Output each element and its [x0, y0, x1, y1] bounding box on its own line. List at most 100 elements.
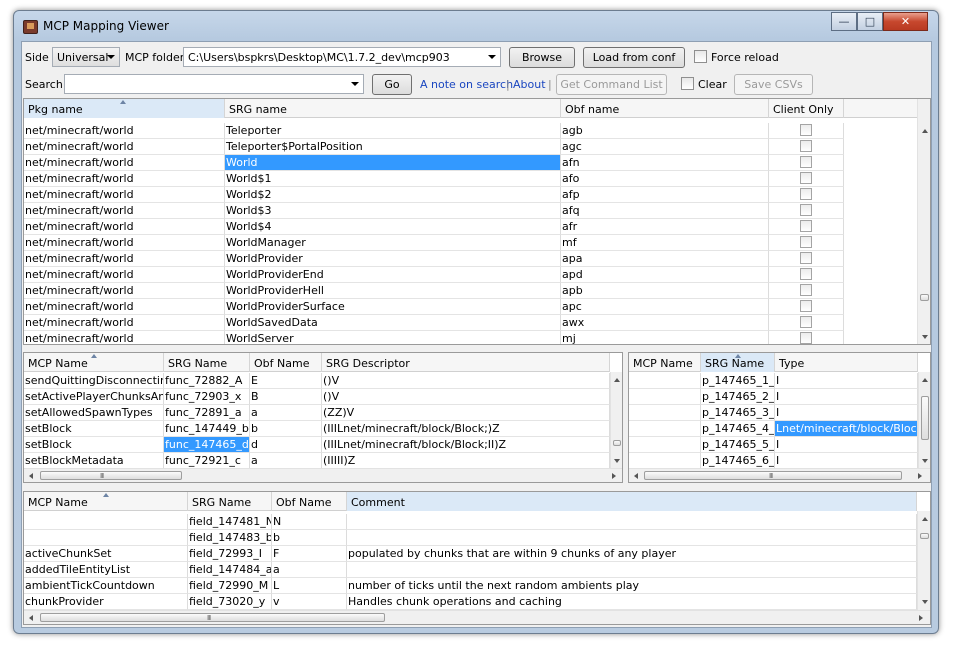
table-cell[interactable]: net/minecraft/world [24, 251, 225, 267]
scroll-right-icon[interactable] [918, 473, 922, 479]
force-reload-checkbox[interactable] [694, 50, 707, 63]
client-only-checkbox[interactable] [799, 252, 812, 264]
client-only-checkbox[interactable] [799, 204, 812, 216]
table-row[interactable]: net/minecraft/world Teleporter$PortalPosi… [24, 139, 917, 155]
table-cell[interactable]: net/minecraft/world [24, 171, 225, 187]
header-srg-name[interactable]: SRG Name [188, 492, 272, 511]
table-cell[interactable]: p_147465_1_ [701, 373, 775, 389]
scrollbar-thumb[interactable] [613, 440, 621, 446]
note-on-search-link[interactable]: A note on search [420, 78, 513, 91]
about-link[interactable]: About [513, 78, 546, 91]
table-cell[interactable]: number of ticks until the next random am… [347, 578, 917, 594]
header-obf-name[interactable]: Obf name [561, 99, 769, 118]
scroll-up-icon[interactable] [614, 378, 620, 382]
scroll-down-icon[interactable] [922, 600, 928, 604]
table-cell[interactable]: World$2 [225, 187, 561, 203]
table-cell[interactable]: Lnet/minecraft/block/Block; [775, 421, 918, 437]
scrollbar-thumb[interactable]: III [40, 471, 182, 480]
table-cell[interactable]: net/minecraft/world [24, 235, 225, 251]
table-cell[interactable]: E [250, 373, 322, 389]
table-cell[interactable]: a [272, 562, 347, 578]
table-row[interactable]: setAllowedSpawnTypes func_72891_a a (ZZ)V [24, 405, 610, 421]
client-only-checkbox[interactable] [799, 220, 812, 232]
table-row[interactable]: p_147465_5_ I [629, 437, 918, 453]
table-cell[interactable]: func_72891_a [164, 405, 250, 421]
table-cell[interactable]: p_147465_2_ [701, 389, 775, 405]
table-row[interactable]: net/minecraft/world WorldServer mj [24, 331, 917, 344]
client-only-checkbox[interactable] [799, 268, 812, 280]
table-cell[interactable] [629, 437, 701, 453]
table-row[interactable]: chunkProvider field_73020_y v Handles chunk… [24, 594, 917, 610]
client-only-checkbox[interactable] [799, 172, 812, 184]
client-only-checkbox[interactable] [799, 332, 812, 344]
search-input[interactable] [64, 74, 364, 94]
table-cell[interactable]: apa [561, 251, 769, 267]
table-cell[interactable]: setBlock [24, 437, 164, 453]
table-row[interactable]: field_147481_N N [24, 514, 917, 530]
table-row[interactable]: setBlock func_147465_d d (IIILnet/minecraft… [24, 437, 610, 453]
table-cell[interactable]: field_72993_I [188, 546, 272, 562]
table-cell[interactable]: afr [561, 219, 769, 235]
table-row[interactable]: ambientTickCountdown field_72990_M Lnumber… [24, 578, 917, 594]
table-row[interactable]: setActivePlayerChunksAn... func_72903_x B(… [24, 389, 610, 405]
table-cell[interactable]: afq [561, 203, 769, 219]
table-cell[interactable]: agb [561, 123, 769, 139]
table-row[interactable]: field_147483_b b [24, 530, 917, 546]
fields-horizontal-scrollbar[interactable]: III [24, 610, 930, 624]
header-srg-descriptor[interactable]: SRG Descriptor [322, 353, 610, 372]
header-pkg-name[interactable]: Pkg name [24, 99, 225, 118]
minimize-button[interactable]: — [831, 12, 857, 31]
scrollbar-thumb[interactable]: III [40, 613, 385, 622]
table-row[interactable]: setBlockMetadata func_72921_c a (IIIII)Z [24, 453, 610, 469]
table-cell[interactable]: field_147483_b [188, 530, 272, 546]
table-cell[interactable] [629, 421, 701, 437]
table-cell[interactable]: field_73020_y [188, 594, 272, 610]
table-cell[interactable]: setActivePlayerChunksAn... [24, 389, 164, 405]
table-cell[interactable]: I [775, 437, 918, 453]
table-row[interactable]: p_147465_4_ Lnet/minecraft/block/Block; [629, 421, 918, 437]
header-mcp-name[interactable]: MCP Name [24, 353, 164, 372]
table-row[interactable]: net/minecraft/world World$4 afr [24, 219, 917, 235]
scroll-right-icon[interactable] [919, 615, 923, 621]
fields-vertical-scrollbar[interactable] [917, 511, 930, 610]
table-cell[interactable]: afp [561, 187, 769, 203]
table-cell[interactable]: L [272, 578, 347, 594]
table-cell[interactable]: ()V [322, 389, 610, 405]
header-mcp-name[interactable]: MCP Name [24, 492, 188, 511]
table-cell[interactable]: func_72921_c [164, 453, 250, 469]
scrollbar-thumb[interactable] [920, 533, 929, 539]
table-cell[interactable]: d [250, 437, 322, 453]
parameters-vertical-scrollbar[interactable] [918, 372, 930, 468]
table-cell[interactable]: field_147484_a [188, 562, 272, 578]
table-row[interactable]: p_147465_1_ I [629, 373, 918, 389]
client-only-checkbox[interactable] [799, 300, 812, 312]
table-cell[interactable]: WorldProviderSurface [225, 299, 561, 315]
header-comment[interactable]: Comment [347, 492, 917, 511]
table-cell[interactable]: apb [561, 283, 769, 299]
header-obf-name[interactable]: Obf Name [272, 492, 347, 511]
table-cell[interactable]: WorldProviderHell [225, 283, 561, 299]
table-row[interactable]: addedTileEntityList field_147484_a a [24, 562, 917, 578]
clear-checkbox[interactable] [681, 77, 694, 90]
table-cell[interactable]: mf [561, 235, 769, 251]
table-cell[interactable] [629, 453, 701, 469]
header-client-only[interactable]: Client Only [769, 99, 844, 118]
table-cell[interactable]: populated by chunks that are within 9 ch… [347, 546, 917, 562]
table-cell[interactable]: net/minecraft/world [24, 139, 225, 155]
classes-vertical-scrollbar[interactable] [917, 99, 930, 344]
maximize-button[interactable]: □ [857, 12, 883, 31]
table-cell[interactable]: p_147465_4_ [701, 421, 775, 437]
table-cell[interactable]: setAllowedSpawnTypes [24, 405, 164, 421]
table-cell[interactable]: World$4 [225, 219, 561, 235]
header-srg-name[interactable]: SRG name [225, 99, 561, 118]
table-cell[interactable]: WorldProviderEnd [225, 267, 561, 283]
scroll-up-icon[interactable] [922, 517, 928, 521]
methods-vertical-scrollbar[interactable] [610, 372, 622, 468]
table-cell[interactable]: net/minecraft/world [24, 315, 225, 331]
table-cell[interactable]: net/minecraft/world [24, 299, 225, 315]
table-cell[interactable]: net/minecraft/world [24, 187, 225, 203]
table-row[interactable]: net/minecraft/world World$2 afp [24, 187, 917, 203]
table-row[interactable]: setBlock func_147449_b b (IIILnet/minecraft… [24, 421, 610, 437]
table-row[interactable]: net/minecraft/world WorldManager mf [24, 235, 917, 251]
table-row[interactable]: p_147465_6_ I [629, 453, 918, 469]
